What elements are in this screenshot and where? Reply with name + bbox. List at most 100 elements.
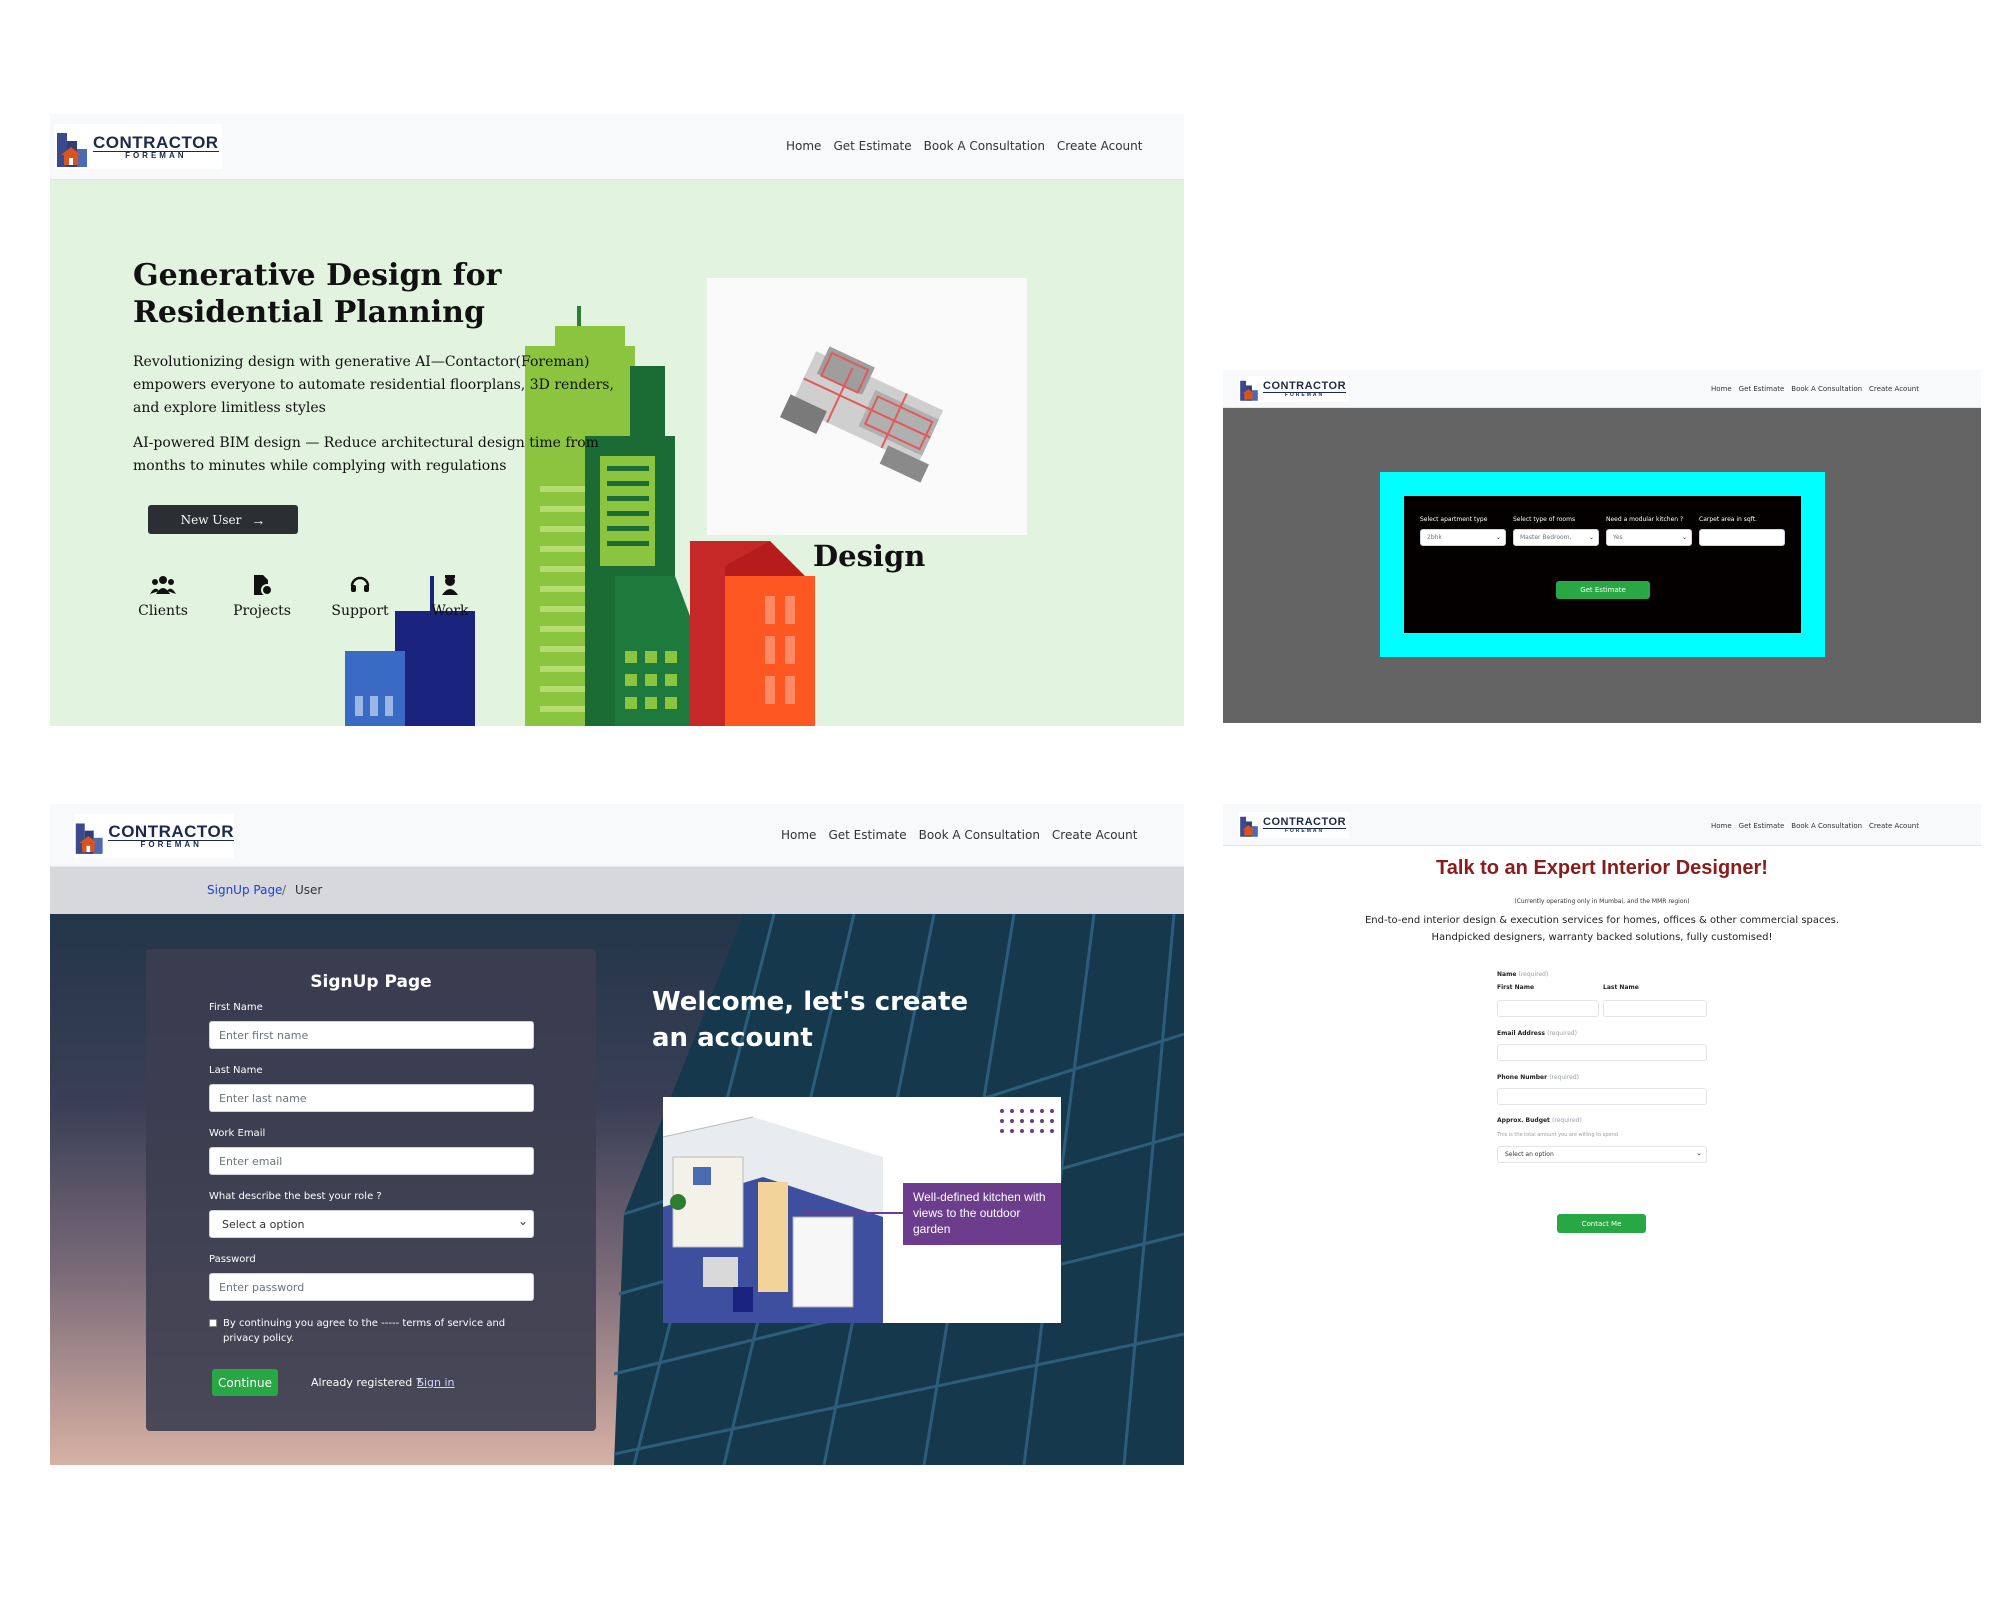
- role-select[interactable]: Select a option ⌄: [209, 1210, 534, 1238]
- room-type-select[interactable]: Master Bedroom, ⌄: [1513, 529, 1599, 546]
- breadcrumb-separator: /: [282, 883, 287, 897]
- feature-projects: Projects: [227, 574, 297, 619]
- main-nav: Home Get Estimate Book A Consultation Cr…: [1711, 385, 1919, 393]
- signup-navbar: CONTRACTOR FOREMAN Home Get Estimate Book…: [50, 804, 1184, 867]
- signup-form-card: SignUp Page First Name Enter first name …: [146, 949, 596, 1431]
- already-registered-text: Already registered ?: [311, 1376, 422, 1389]
- apartment-type-label: Select apartment type: [1420, 516, 1488, 523]
- bim-model-render: [780, 346, 944, 483]
- name-label: Name (required): [1497, 971, 1548, 978]
- first-name-input[interactable]: [1497, 1000, 1599, 1017]
- new-user-label: New User: [180, 512, 242, 527]
- worker-icon: [442, 575, 458, 595]
- required-hint: (required): [1547, 1030, 1577, 1037]
- modular-kitchen-select[interactable]: Yes ⌄: [1606, 529, 1692, 546]
- estimate-navbar: CONTRACTOR FOREMAN Home Get Estimate Book…: [1223, 370, 1981, 408]
- brand-logo[interactable]: CONTRACTOR FOREMAN: [1239, 376, 1349, 402]
- brand-name: CONTRACTOR: [1263, 379, 1347, 392]
- continue-button[interactable]: Continue: [212, 1369, 278, 1396]
- nav-create-account[interactable]: Create Acount: [1869, 385, 1919, 393]
- required-hint: (required): [1552, 1117, 1582, 1124]
- form-title: SignUp Page: [310, 972, 432, 992]
- phone-input[interactable]: [1497, 1088, 1707, 1105]
- carpet-area-input[interactable]: [1699, 529, 1785, 546]
- nav-create-account[interactable]: Create Acount: [1869, 822, 1919, 830]
- arrow-right-icon: →: [251, 511, 266, 528]
- get-estimate-button[interactable]: Get Estimate: [1556, 581, 1650, 599]
- work-email-input[interactable]: Enter email: [209, 1147, 534, 1175]
- chevron-down-icon: ⌄: [1696, 1149, 1702, 1157]
- brand-tagline: FOREMAN: [1263, 391, 1347, 398]
- nav-get-estimate[interactable]: Get Estimate: [833, 139, 911, 153]
- work-email-label: Work Email: [209, 1128, 266, 1139]
- nav-get-estimate[interactable]: Get Estimate: [828, 828, 906, 842]
- nav-home[interactable]: Home: [786, 139, 821, 153]
- last-name-input[interactable]: [1603, 1000, 1707, 1017]
- home-navbar: CONTRACTOR FOREMAN Home Get Estimate Book…: [50, 114, 1184, 180]
- brand-logo[interactable]: CONTRACTOR FOREMAN: [1239, 812, 1349, 838]
- brand-logo[interactable]: CONTRACTOR FOREMAN: [55, 124, 222, 169]
- building-logo-icon: [75, 823, 103, 854]
- terms-checkbox[interactable]: [209, 1319, 217, 1327]
- role-select-value: Select a option: [222, 1217, 305, 1231]
- new-user-button[interactable]: New User →: [148, 505, 298, 534]
- nav-home[interactable]: Home: [1711, 385, 1732, 393]
- budget-label-text: Approx. Budget: [1497, 1117, 1550, 1124]
- nav-book-consultation[interactable]: Book A Consultation: [919, 828, 1040, 842]
- phone-label: Phone Number (required): [1497, 1074, 1579, 1081]
- brand-tagline: FOREMAN: [108, 840, 234, 849]
- email-input[interactable]: [1497, 1044, 1707, 1061]
- phone-label-text: Phone Number: [1497, 1074, 1548, 1081]
- promo-card: Well-defined kitchen with views to the o…: [663, 1097, 1061, 1323]
- brand-name: CONTRACTOR: [1263, 815, 1347, 828]
- nav-home[interactable]: Home: [781, 828, 816, 842]
- contact-me-button[interactable]: Contact Me: [1557, 1214, 1646, 1233]
- chevron-down-icon: ⌄: [1588, 534, 1594, 541]
- nav-get-estimate[interactable]: Get Estimate: [1739, 385, 1785, 393]
- main-nav: Home Get Estimate Book A Consultation Cr…: [786, 139, 1142, 153]
- budget-select[interactable]: Select an option ⌄: [1497, 1146, 1707, 1163]
- brand-name: CONTRACTOR: [93, 132, 219, 152]
- estimate-form: Select apartment type 2bhk ⌄ Select type …: [1404, 496, 1801, 633]
- terms-text: By continuing you agree to the ----- ter…: [223, 1318, 506, 1344]
- brand-logo[interactable]: CONTRACTOR FOREMAN: [74, 814, 234, 858]
- sign-in-link[interactable]: Sign in: [417, 1376, 455, 1389]
- design-render-card: [707, 278, 1027, 535]
- building-logo-icon: [1240, 380, 1258, 401]
- carpet-area-label: Carpet area in sqft.: [1699, 516, 1757, 523]
- required-hint: (required): [1518, 971, 1549, 978]
- password-input[interactable]: Enter password: [209, 1273, 534, 1301]
- nav-create-account[interactable]: Create Acount: [1052, 828, 1138, 842]
- nav-create-account[interactable]: Create Acount: [1057, 139, 1143, 153]
- apartment-type-select[interactable]: 2bhk ⌄: [1420, 529, 1506, 546]
- feature-clients: Clients: [133, 574, 193, 619]
- hero-title-line-2: Residential Planning: [133, 295, 485, 330]
- service-description-2: Handpicked designers, warranty backed so…: [1431, 932, 1773, 943]
- feature-label-clients: Clients: [138, 603, 188, 619]
- file-icon: [254, 575, 273, 596]
- main-nav: Home Get Estimate Book A Consultation Cr…: [781, 828, 1137, 842]
- estimate-screen: CONTRACTOR FOREMAN Home Get Estimate Book…: [1223, 370, 1981, 723]
- nav-home[interactable]: Home: [1711, 822, 1732, 830]
- headset-icon: [350, 576, 370, 592]
- last-name-label: Last Name: [1603, 984, 1639, 991]
- nav-book-consultation[interactable]: Book A Consultation: [924, 139, 1045, 153]
- apartment-type-value: 2bhk: [1427, 534, 1442, 541]
- first-name-input[interactable]: Enter first name: [209, 1021, 534, 1049]
- last-name-input[interactable]: Enter last name: [209, 1084, 534, 1112]
- budget-select-value: Select an option: [1505, 1151, 1554, 1158]
- nav-book-consultation[interactable]: Book A Consultation: [1791, 385, 1862, 393]
- role-label: What describe the best your role ?: [209, 1191, 382, 1202]
- nav-book-consultation[interactable]: Book A Consultation: [1791, 822, 1862, 830]
- chevron-down-icon: ⌄: [1681, 534, 1687, 541]
- chevron-down-icon: ⌄: [1495, 534, 1501, 541]
- nav-get-estimate[interactable]: Get Estimate: [1739, 822, 1785, 830]
- hero-title: Generative Design for Residential Planni…: [133, 257, 501, 331]
- brand-tagline: FOREMAN: [93, 150, 219, 160]
- building-logo-icon: [1240, 816, 1258, 837]
- breadcrumb-link-signup[interactable]: SignUp Page: [207, 883, 282, 897]
- dot-grid-decoration: [1000, 1109, 1054, 1133]
- room-type-label: Select type of rooms: [1513, 516, 1576, 523]
- breadcrumb-current: User: [295, 883, 323, 897]
- last-name-label: Last Name: [209, 1065, 263, 1076]
